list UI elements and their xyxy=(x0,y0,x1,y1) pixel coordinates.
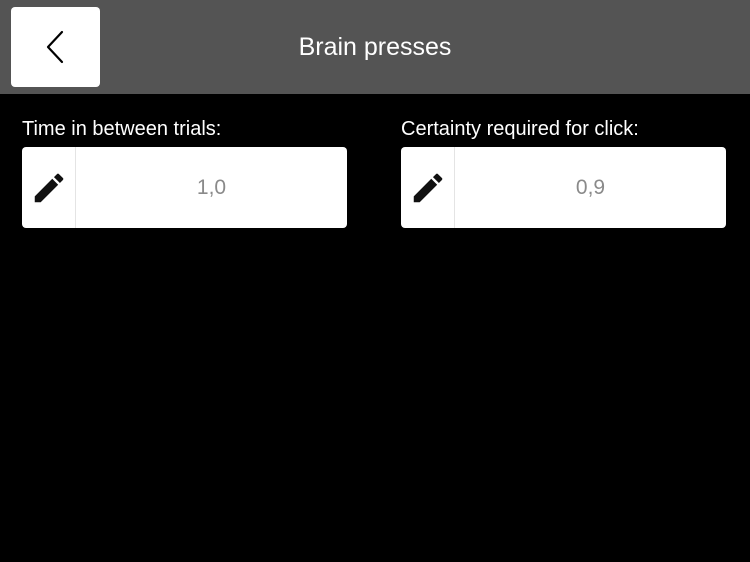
setting-label: Certainty required for click: xyxy=(401,118,639,140)
page-title: Brain presses xyxy=(298,33,452,61)
pencil-icon xyxy=(34,173,63,202)
setting-certainty-required: Certainty required for click: xyxy=(401,116,726,228)
time-between-trials-input[interactable] xyxy=(76,147,347,228)
pencil-icon xyxy=(413,173,442,202)
chevron-left-icon xyxy=(46,30,63,64)
edit-time-between-trials-button[interactable] xyxy=(22,147,76,228)
certainty-required-field xyxy=(401,147,726,228)
certainty-required-input[interactable] xyxy=(455,147,726,228)
edit-certainty-required-button[interactable] xyxy=(401,147,455,228)
time-between-trials-field xyxy=(22,147,347,228)
setting-time-between-trials: Time in between trials: xyxy=(22,116,347,228)
setting-label: Time in between trials: xyxy=(22,118,222,140)
back-button[interactable] xyxy=(11,7,100,87)
top-bar: Brain presses xyxy=(0,0,750,94)
brain-presses-screen: Brain presses Time in between trials: Ce… xyxy=(0,0,750,562)
